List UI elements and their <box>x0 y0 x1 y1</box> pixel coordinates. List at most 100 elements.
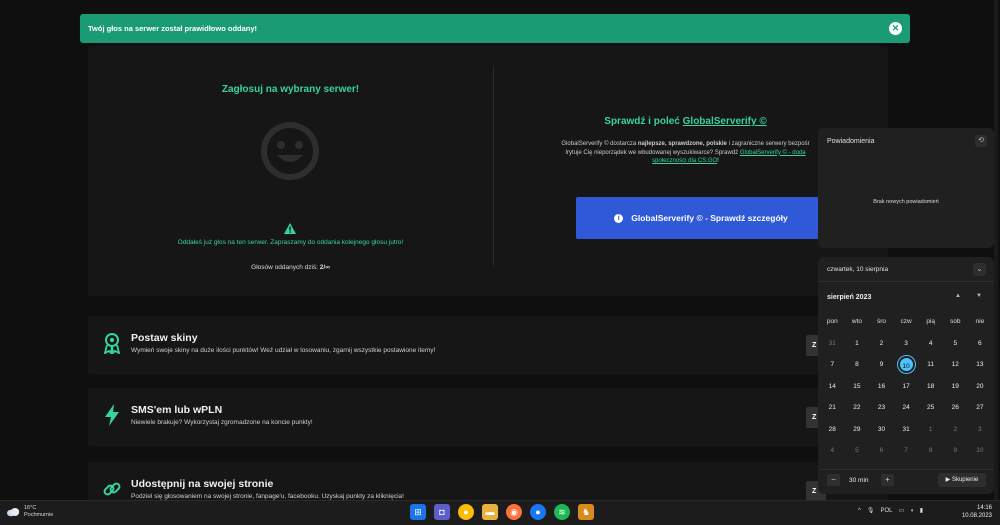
calendar-day[interactable]: 23 <box>869 401 894 423</box>
calendar-day[interactable]: 22 <box>845 401 870 423</box>
spotify-icon[interactable]: ≋ <box>554 504 570 520</box>
do-not-disturb-icon[interactable]: ⟲ <box>975 135 987 147</box>
calendar-day[interactable]: 11 <box>918 358 943 380</box>
chevron-down-icon[interactable]: ▼ <box>976 293 982 299</box>
weather-text: 16°C Pochmurnie <box>24 505 53 519</box>
calendar-day[interactable]: 3 <box>968 423 993 445</box>
calendar-day[interactable]: 10 <box>968 444 993 466</box>
calendar-day[interactable]: 31 <box>820 337 845 359</box>
calendar-day[interactable]: 17 <box>894 380 919 402</box>
promo-line1-b: najlepsze, sprawdzone, polskie <box>637 141 727 147</box>
microphone-icon[interactable]: 🎙 <box>867 507 875 514</box>
chevron-up-icon[interactable]: ^ <box>858 508 861 514</box>
focus-decrease-button[interactable]: − <box>827 474 840 486</box>
calendar-day[interactable]: 27 <box>968 401 993 423</box>
ribbon-icon <box>103 333 121 354</box>
calendar-day[interactable]: 7 <box>820 358 845 380</box>
calendar-day-number: 21 <box>828 404 836 411</box>
clock-time: 14:16 <box>976 505 992 511</box>
calendar-day[interactable]: 1 <box>845 337 870 359</box>
calendar-day[interactable]: 13 <box>968 358 993 380</box>
calendar-day-number: 17 <box>902 382 910 390</box>
calendar-day[interactable]: 25 <box>918 401 943 423</box>
calendar-day-today[interactable]: 10 <box>894 356 919 380</box>
promo-line1-a: GlobalServerify © dostarcza <box>561 141 637 147</box>
calendar-day[interactable]: 29 <box>845 423 870 445</box>
calendar-day[interactable]: 4 <box>918 337 943 359</box>
calendar-day[interactable]: 9 <box>943 444 968 466</box>
calendar-day-number: 9 <box>953 447 958 454</box>
promo-line3-link[interactable]: społeczności dla CS:GO <box>652 158 717 164</box>
smiley-icon <box>261 122 319 180</box>
calendar-day[interactable]: 16 <box>869 380 894 402</box>
weather-widget[interactable]: 16°C Pochmurnie <box>6 505 53 519</box>
network-icon[interactable]: ▭ <box>898 507 904 514</box>
calendar-day[interactable]: 8 <box>845 358 870 380</box>
calendar-day[interactable]: 2 <box>869 337 894 359</box>
calendar-day[interactable]: 8 <box>918 444 943 466</box>
calendar-day[interactable]: 5 <box>845 444 870 466</box>
chevron-down-icon[interactable]: ⌄ <box>973 263 986 276</box>
feature-sms: SMS'em lub wPLN Niewiele brakuje? Wykorz… <box>88 388 888 446</box>
chevron-up-icon[interactable]: ▲ <box>955 293 961 299</box>
vote-count-value: 2/∞ <box>319 264 330 271</box>
success-alert: Twój głos na serwer został prawidłowo od… <box>80 14 910 43</box>
calendar-day[interactable]: 19 <box>943 380 968 402</box>
calendar-day-number: 28 <box>828 425 836 433</box>
calendar-day-number: 24 <box>902 404 910 411</box>
calendar-day[interactable]: 21 <box>820 401 845 423</box>
calendar-day[interactable]: 30 <box>869 423 894 445</box>
windows-start-icon[interactable]: ⊞ <box>410 504 426 520</box>
scrollbar[interactable] <box>994 0 998 515</box>
close-icon[interactable]: ✕ <box>889 22 902 35</box>
calendar-day-number: 1 <box>855 339 859 347</box>
calendar-day[interactable]: 31 <box>894 423 919 445</box>
calendar-day-number: 1 <box>928 425 933 433</box>
promo-line2-link[interactable]: GlobalServerify © - doda <box>740 150 806 156</box>
calendar-day[interactable]: 4 <box>820 444 845 466</box>
calendar-day[interactable]: 20 <box>968 380 993 402</box>
volume-icon[interactable]: ◖ <box>910 508 914 514</box>
globalserverify-button[interactable]: i GlobalServerify © - Sprawdź szczegóły <box>576 197 826 239</box>
notification-title: Powiadomienia <box>827 138 875 145</box>
calendar-day[interactable]: 7 <box>894 444 919 466</box>
calendar-day[interactable]: 28 <box>820 423 845 445</box>
promo-text: GlobalServerify © dostarcza najlepsze, s… <box>508 140 863 166</box>
focus-start-button[interactable]: ▶ Skupienie <box>938 473 986 487</box>
file-explorer-icon[interactable]: ▬ <box>482 504 498 520</box>
calendar-day[interactable]: 26 <box>943 401 968 423</box>
divider <box>493 66 494 266</box>
calendar-day-number: 23 <box>877 404 886 411</box>
calendar-day-number: 11 <box>927 361 935 368</box>
language-indicator[interactable]: POL <box>880 508 892 514</box>
calendar-day[interactable]: 6 <box>968 337 993 359</box>
calendar-day-number: 31 <box>902 425 910 433</box>
chrome-icon[interactable]: ● <box>458 504 474 520</box>
calendar-day[interactable]: 24 <box>894 401 919 423</box>
edge-icon[interactable]: ● <box>530 504 546 520</box>
calendar-day[interactable]: 14 <box>820 380 845 402</box>
calendar-day[interactable]: 5 <box>943 337 968 359</box>
taskbar-clock[interactable]: 14:16 10.08.2023 <box>956 504 992 520</box>
calendar-day[interactable]: 1 <box>918 423 943 445</box>
calendar-day-number: 12 <box>951 361 959 368</box>
calendar-day[interactable]: 18 <box>918 380 943 402</box>
teams-chat-icon[interactable]: ◘ <box>434 504 450 520</box>
promo-title-link[interactable]: GlobalServerify © <box>683 116 767 127</box>
focus-increase-button[interactable]: + <box>881 474 894 486</box>
calendar-day[interactable]: 3 <box>894 337 919 359</box>
calendar-day-number: 2 <box>953 425 958 433</box>
calendar-day-number: 3 <box>904 339 908 347</box>
calendar-day[interactable]: 15 <box>845 380 870 402</box>
calendar-day[interactable]: 6 <box>869 444 894 466</box>
firefox-icon[interactable]: ◉ <box>506 504 522 520</box>
calendar-day-number: 7 <box>830 361 835 368</box>
calendar-day-number: 9 <box>879 361 884 368</box>
calendar-day[interactable]: 12 <box>943 358 968 380</box>
battery-icon[interactable]: ▮ <box>920 507 923 514</box>
calendar-month[interactable]: sierpień 2023 <box>827 294 871 301</box>
game-launcher-icon[interactable]: ♞ <box>578 504 594 520</box>
calendar-day[interactable]: 9 <box>869 358 894 380</box>
calendar-day[interactable]: 2 <box>943 423 968 445</box>
feature-title: Udostępnij na swojej stronie <box>131 478 274 490</box>
